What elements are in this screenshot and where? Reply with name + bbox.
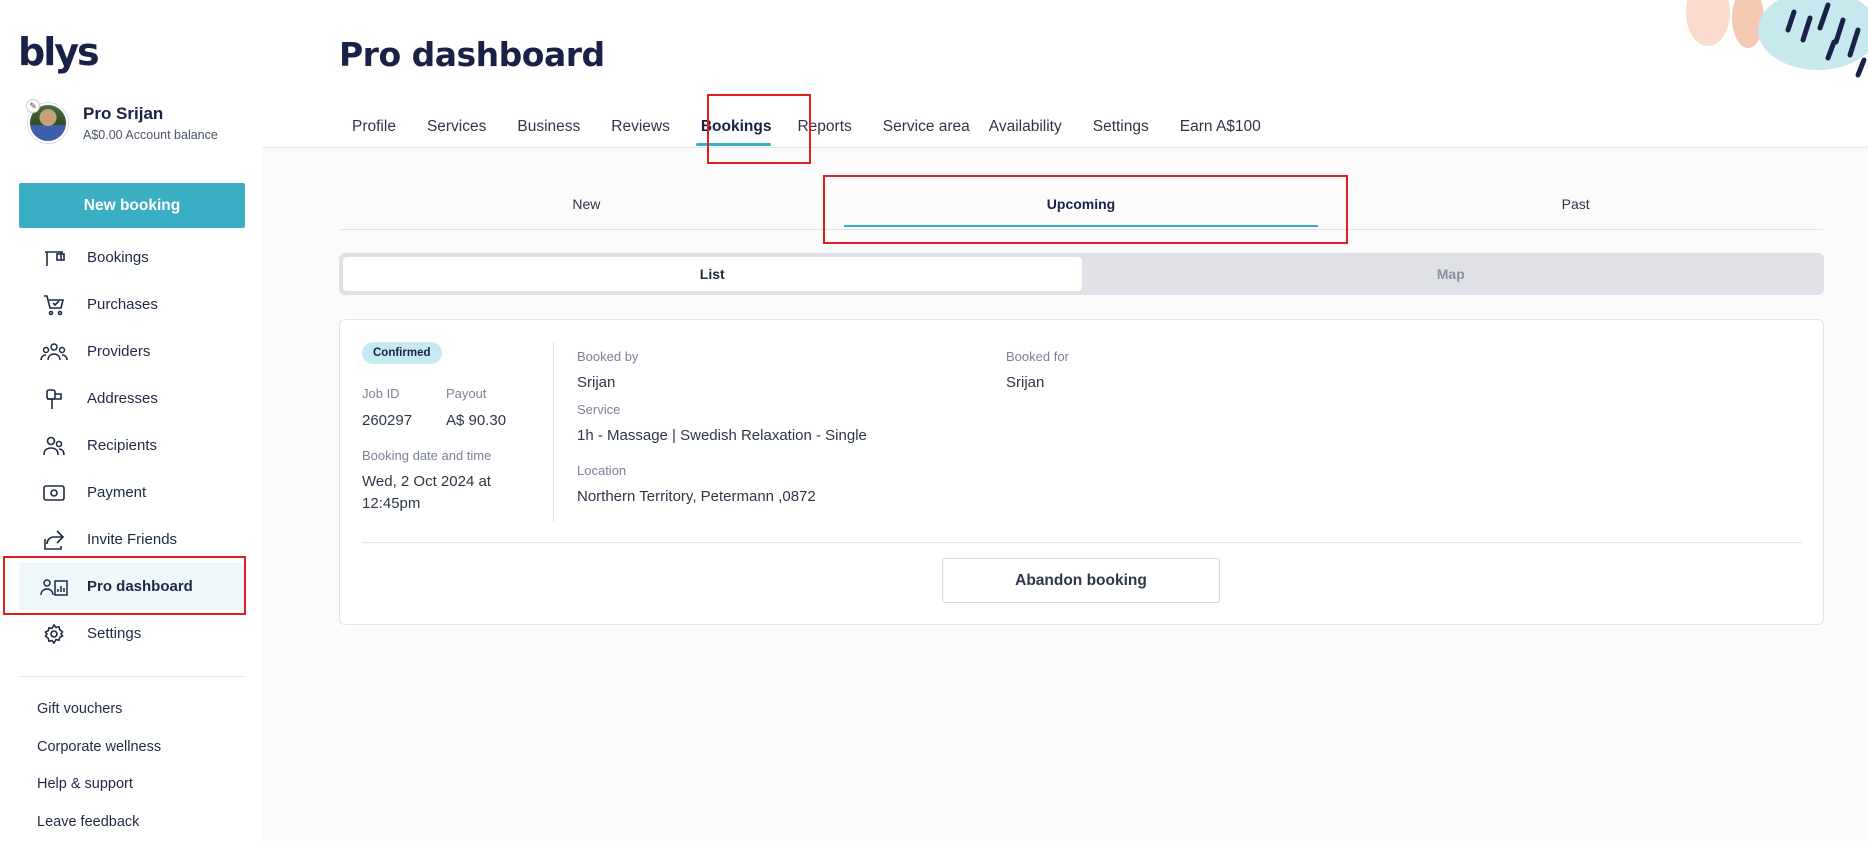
sidebar-item-label: Settings <box>87 625 142 642</box>
payout-label: Payout <box>446 386 487 401</box>
decorative-pattern <box>1686 0 1868 78</box>
sidebar: blys Pro Srijan A$0.00 Account balance ✎… <box>0 0 262 841</box>
booked-for-value: Srijan <box>1006 374 1045 391</box>
sidebar-item-label: Recipients <box>87 437 158 454</box>
sidebar-item-providers[interactable]: Providers <box>19 328 245 375</box>
tab-business[interactable]: Business <box>499 118 593 148</box>
service-label: Service <box>577 402 621 417</box>
mailbox-icon <box>29 388 79 410</box>
sidebar-item-settings[interactable]: Settings <box>19 610 245 657</box>
tab-profile[interactable]: Profile <box>339 118 409 148</box>
tab-availability[interactable]: Availability <box>983 118 1075 148</box>
gift-vouchers-link[interactable]: Gift vouchers <box>37 701 161 739</box>
list-view-button[interactable]: List <box>343 257 1082 291</box>
tab-settings[interactable]: Settings <box>1075 118 1162 148</box>
abandon-booking-button[interactable]: Abandon booking <box>942 558 1220 603</box>
booked-by-value: Srijan <box>577 374 616 391</box>
booking-date-label: Booking date and time <box>362 448 492 463</box>
tab-services[interactable]: Services <box>409 118 499 148</box>
booked-by-label: Booked by <box>577 349 639 364</box>
map-view-button[interactable]: Map <box>1082 257 1821 291</box>
booking-date-line2: 12:45pm <box>362 495 421 512</box>
payout-value: A$ 90.30 <box>446 412 507 429</box>
highlight-box-bookings-tab <box>707 94 811 164</box>
gear-icon <box>29 623 79 644</box>
tab-earn[interactable]: Earn A$100 <box>1162 118 1274 148</box>
booking-card[interactable]: Confirmed Job ID 260297 Payout A$ 90.30 … <box>339 319 1824 625</box>
sidebar-item-label: Providers <box>87 343 151 360</box>
location-value: Northern Territory, Petermann ,0872 <box>577 488 816 505</box>
sidebar-item-purchases[interactable]: Purchases <box>19 281 245 328</box>
blys-logo[interactable]: blys <box>18 30 100 74</box>
tabs-divider <box>262 147 1868 148</box>
share-icon <box>29 529 79 551</box>
card-vertical-divider <box>553 342 554 522</box>
service-value: 1h - Massage | Swedish Relaxation - Sing… <box>577 427 867 444</box>
sidebar-footer-links: Gift vouchers Corporate wellness Help & … <box>37 701 161 841</box>
status-badge: Confirmed <box>362 342 442 364</box>
booking-date-line1: Wed, 2 Oct 2024 at <box>362 473 491 490</box>
edit-avatar-icon[interactable]: ✎ <box>26 99 40 113</box>
sidebar-divider <box>19 676 245 677</box>
sidebar-item-payment[interactable]: Payment <box>19 469 245 516</box>
sidebar-item-label: Bookings <box>87 249 149 266</box>
profile-card[interactable]: Pro Srijan A$0.00 Account balance <box>28 103 218 143</box>
sidebar-item-recipients[interactable]: Recipients <box>19 422 245 469</box>
tab-reviews[interactable]: Reviews <box>593 118 683 148</box>
location-label: Location <box>577 463 627 478</box>
cart-icon <box>29 294 79 316</box>
profile-name: Pro Srijan <box>83 104 164 123</box>
sidebar-item-label: Addresses <box>87 390 158 407</box>
providers-icon <box>29 342 79 362</box>
sidebar-item-label: Invite Friends <box>87 531 178 548</box>
view-toggle: List Map <box>339 253 1824 295</box>
card-horizontal-divider <box>362 542 1802 543</box>
highlight-box-upcoming <box>823 175 1348 244</box>
account-balance: A$0.00 Account balance <box>83 128 218 142</box>
subtab-past[interactable]: Past <box>1328 190 1823 229</box>
tab-service-area[interactable]: Service area <box>865 118 983 148</box>
sidebar-item-label: Payment <box>87 484 147 501</box>
help-support-link[interactable]: Help & support <box>37 776 161 814</box>
subtab-new[interactable]: New <box>339 190 834 229</box>
bookings-icon <box>29 248 79 268</box>
new-booking-button[interactable]: New booking <box>19 183 245 228</box>
corporate-wellness-link[interactable]: Corporate wellness <box>37 739 161 777</box>
highlight-box-pro-dashboard <box>3 556 246 615</box>
page-title: Pro dashboard <box>339 35 605 74</box>
payment-icon <box>29 484 79 501</box>
booked-for-label: Booked for <box>1006 349 1069 364</box>
sidebar-item-addresses[interactable]: Addresses <box>19 375 245 422</box>
job-id-label: Job ID <box>362 386 400 401</box>
recipients-icon <box>29 436 79 456</box>
sidebar-item-label: Purchases <box>87 296 158 313</box>
sidebar-item-bookings[interactable]: Bookings <box>19 234 245 281</box>
leave-feedback-link[interactable]: Leave feedback <box>37 814 161 841</box>
job-id-value: 260297 <box>362 412 413 429</box>
